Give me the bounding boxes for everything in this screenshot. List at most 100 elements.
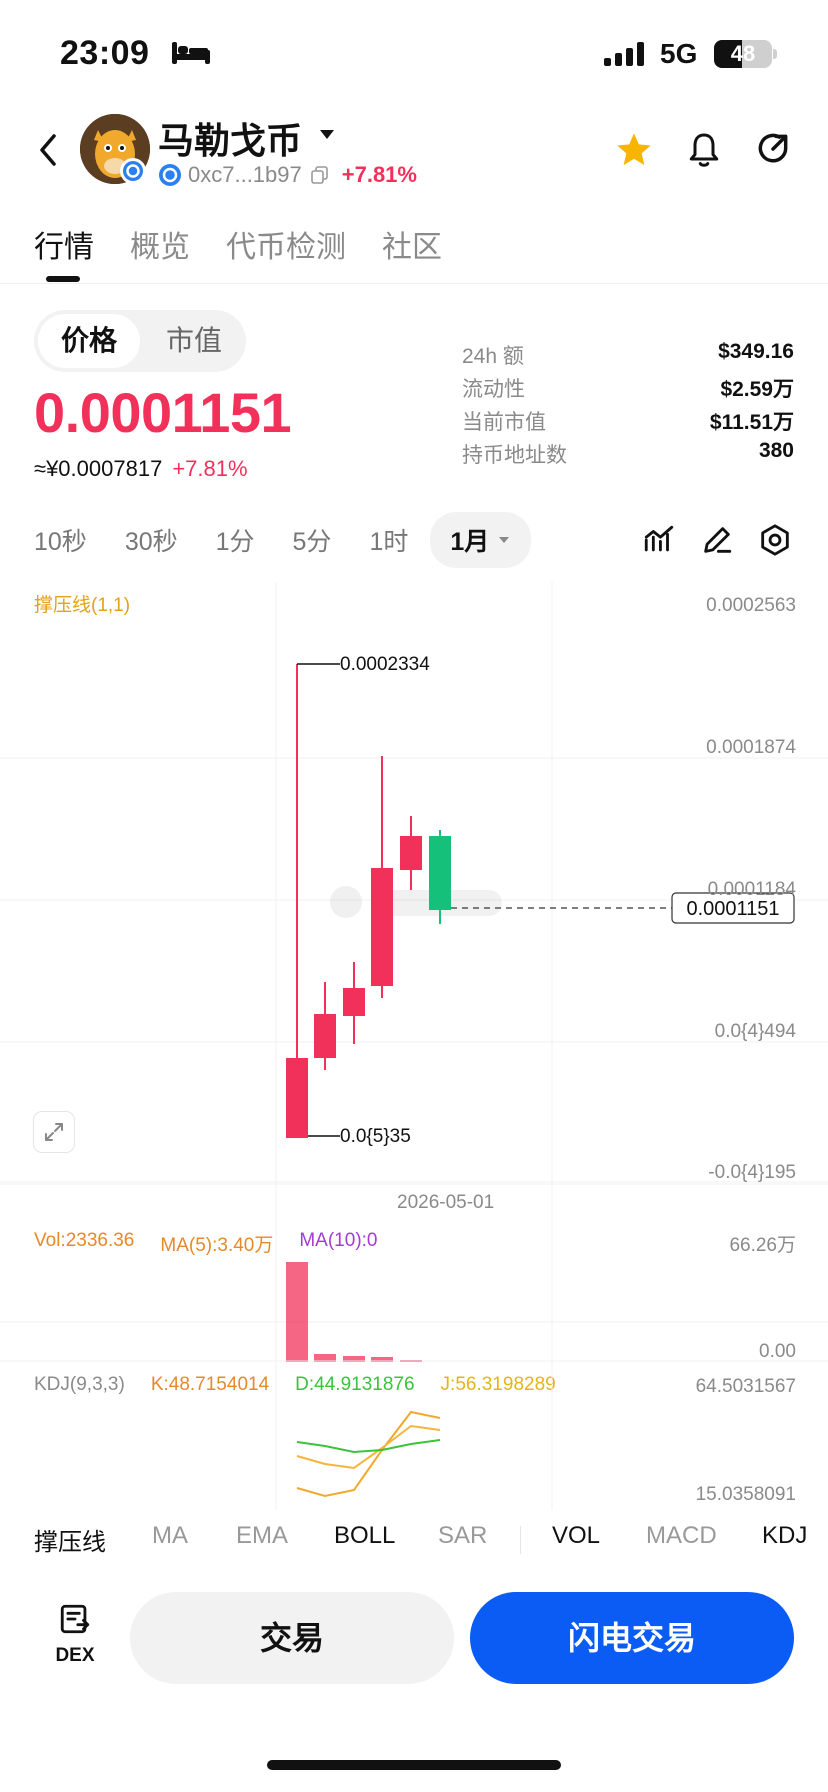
header-change-pct: +7.81% — [341, 162, 417, 187]
y-axis-label: 0.0002563 — [706, 595, 796, 616]
candle — [400, 836, 422, 870]
vol-value: Vol:2336.36 — [34, 1230, 135, 1251]
kdj-lines — [0, 1360, 828, 1510]
volume-axis-top: 66.26万 — [729, 1235, 796, 1256]
tab-market[interactable]: 行情 — [34, 222, 94, 266]
ind-tab-kdj[interactable]: KDJ — [762, 1522, 807, 1550]
sleep-focus-icon — [172, 42, 210, 64]
candle — [286, 1058, 308, 1138]
tab-community[interactable]: 社区 — [382, 222, 442, 266]
timeframe-selected[interactable]: 1月 — [430, 512, 532, 568]
support-resistance-label[interactable]: 撑压线(1,1) — [34, 590, 130, 617]
y-axis-label: 0.0001874 — [706, 737, 796, 758]
ind-tab-support[interactable]: 撑压线 — [34, 1522, 106, 1557]
stat-label: 当前市值 — [462, 411, 546, 434]
chain-badge-icon — [120, 158, 146, 184]
star-icon[interactable] — [614, 130, 654, 170]
stat-row: 当前市值 $11.51万 — [462, 406, 794, 439]
current-price-tag: 0.0001151 — [686, 898, 780, 920]
dex-label: DEX — [55, 1645, 95, 1666]
bell-icon[interactable] — [686, 130, 722, 170]
vol-ma10: MA(10):0 — [299, 1230, 378, 1251]
price-cny: ≈¥0.0007817 — [34, 456, 163, 481]
ind-tab-sar[interactable]: SAR — [438, 1522, 487, 1550]
y-axis-label: 0.0{4}494 — [714, 1021, 796, 1042]
back-icon[interactable] — [34, 130, 62, 170]
volume-legend: Vol:2336.36 MA(5):3.40万 MA(10):0 — [34, 1230, 378, 1257]
trade-button[interactable]: 交易 — [130, 1592, 454, 1684]
ind-tab-macd[interactable]: MACD — [646, 1522, 717, 1550]
toggle-price[interactable]: 价格 — [38, 314, 140, 368]
volume-bars — [286, 1262, 422, 1362]
ind-tab-ma[interactable]: MA — [152, 1522, 188, 1550]
battery-level: 48 — [730, 41, 756, 66]
volume-bar — [286, 1262, 308, 1362]
stat-label: 持币地址数 — [462, 444, 567, 467]
watermark-logo — [330, 886, 502, 918]
candle — [371, 868, 393, 986]
candle — [429, 836, 451, 910]
ind-tab-ema[interactable]: EMA — [236, 1522, 288, 1550]
kdj-k-line — [296, 1424, 441, 1470]
token-name[interactable]: 马勒戈币 — [158, 112, 302, 164]
share-icon[interactable] — [754, 130, 792, 168]
timeframe-10s[interactable]: 10秒 — [34, 522, 87, 558]
copy-icon[interactable] — [310, 165, 330, 185]
timeframe-30s[interactable]: 30秒 — [125, 522, 178, 558]
cell-signal-icon — [604, 42, 644, 66]
high-price-label: 0.0002334 — [340, 654, 430, 675]
stat-value: $11.51万 — [709, 411, 794, 434]
battery-icon: 48 — [714, 40, 772, 68]
timeframe-5m[interactable]: 5分 — [293, 522, 332, 558]
price-sub: ≈¥0.0007817 +7.81% — [34, 456, 248, 482]
chain-icon — [159, 164, 181, 186]
dex-button[interactable]: DEX — [46, 1602, 104, 1667]
stat-value: 380 — [758, 439, 794, 462]
tab-overview[interactable]: 概览 — [130, 222, 190, 266]
chevron-down-icon — [499, 537, 510, 543]
x-axis-date: 2026-05-01 — [397, 1192, 495, 1213]
ind-tab-vol[interactable]: VOL — [552, 1522, 600, 1550]
kdj-j-line — [296, 1410, 441, 1498]
timeframe-bar: 10秒 30秒 1分 5分 1时 1月 — [34, 512, 569, 568]
candle — [314, 1014, 336, 1058]
ind-tab-boll[interactable]: BOLL — [334, 1522, 395, 1550]
status-bar: 23:09 5G 48 — [0, 0, 828, 100]
tabs-divider — [0, 283, 828, 284]
chevron-down-icon[interactable] — [320, 130, 334, 139]
expand-icon — [45, 1123, 63, 1141]
low-price-label: 0.0{5}35 — [340, 1126, 411, 1147]
timeframe-1h[interactable]: 1时 — [369, 522, 408, 558]
timeframe-selected-label: 1月 — [450, 528, 490, 556]
stat-label: 24h 额 — [462, 345, 524, 368]
tab-token-check[interactable]: 代币检测 — [226, 222, 346, 266]
address-row: 0xc7...1b97 +7.81% — [158, 160, 417, 190]
main-tabs: 行情 概览 代币检测 社区 — [34, 222, 442, 266]
candle — [343, 988, 365, 1016]
stat-row: 持币地址数 380 — [462, 439, 794, 472]
y-axis-label: -0.0{4}195 — [708, 1162, 796, 1183]
tab-active-indicator — [46, 276, 80, 282]
network-type: 5G — [660, 38, 698, 69]
indicator-divider — [520, 1526, 521, 1554]
candles — [286, 756, 451, 1138]
price-marketcap-toggle: 价格 市值 — [34, 310, 246, 372]
expand-button[interactable] — [34, 1112, 74, 1152]
indicator-icon[interactable] — [642, 523, 676, 557]
draw-pencil-icon[interactable] — [700, 523, 734, 557]
flash-trade-button[interactable]: 闪电交易 — [470, 1592, 794, 1684]
kdj-d-line — [296, 1439, 441, 1454]
current-price: 0.0001151 — [34, 381, 292, 444]
timeframe-1m[interactable]: 1分 — [216, 522, 255, 558]
battery-cap — [773, 49, 777, 59]
stat-label: 流动性 — [462, 378, 525, 401]
stat-value: $349.16 — [718, 340, 794, 363]
dex-icon — [60, 1604, 90, 1634]
vol-ma5: MA(5):3.40万 — [160, 1235, 274, 1256]
status-time: 23:09 — [60, 34, 150, 72]
home-indicator — [267, 1760, 561, 1770]
stat-value: $2.59万 — [720, 378, 794, 401]
settings-icon[interactable] — [758, 523, 792, 557]
stat-row: 24h 额 $349.16 — [462, 340, 794, 373]
toggle-marketcap[interactable]: 市值 — [146, 314, 242, 368]
